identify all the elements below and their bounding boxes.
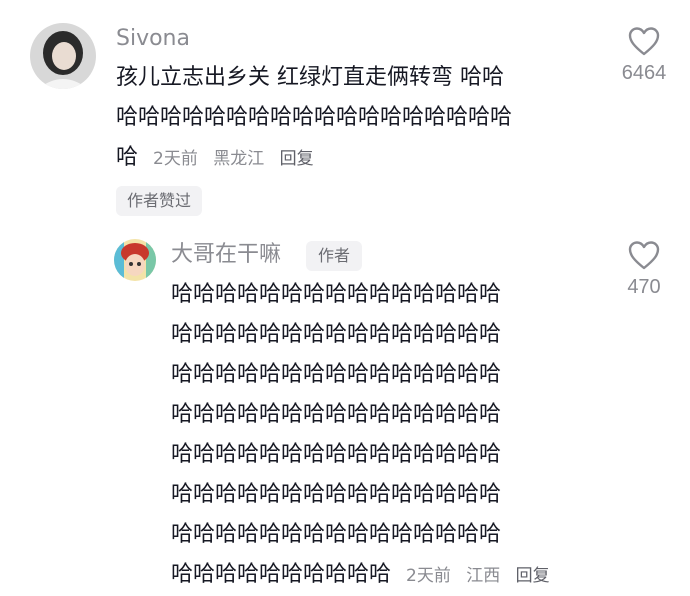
comment-line: 哈哈哈哈哈哈哈哈哈哈哈哈哈哈哈 (171, 482, 502, 507)
comment-line: 哈哈哈哈哈哈哈哈哈哈哈哈哈哈哈 (171, 522, 502, 547)
comment-username[interactable]: 大哥在干嘛 (171, 241, 281, 269)
author-liked-badge: 作者赞过 (116, 186, 203, 216)
comment-line: 哈哈哈哈哈哈哈哈哈哈 (171, 562, 392, 587)
comment-line: 哈哈哈哈哈哈哈哈哈哈哈哈哈哈哈哈哈哈 (116, 105, 513, 130)
avatar[interactable] (30, 23, 96, 89)
comment-body: 哈哈哈哈哈哈哈哈哈哈哈哈哈哈哈 哈哈哈哈哈哈哈哈哈哈哈哈哈哈哈 哈哈哈哈哈哈哈哈… (171, 275, 560, 596)
comment-time: 2天前 (153, 149, 198, 169)
comment-meta: 2天前 江西 回复 (406, 566, 560, 586)
comment-line: 哈哈哈哈哈哈哈哈哈哈哈哈哈哈哈 (171, 282, 502, 307)
reply-button[interactable]: 回复 (280, 149, 314, 169)
comment-time: 2天前 (406, 566, 451, 586)
like-count: 470 (627, 276, 661, 298)
comment-meta: 2天前 黑龙江 回复 (153, 149, 324, 169)
comment-line: 哈哈哈哈哈哈哈哈哈哈哈哈哈哈哈 (171, 442, 502, 467)
comment-line: 哈哈哈哈哈哈哈哈哈哈哈哈哈哈哈 (171, 322, 502, 347)
avatar[interactable] (114, 239, 156, 281)
comment-line: 哈哈哈哈哈哈哈哈哈哈哈哈哈哈哈 (171, 402, 502, 427)
comment-line-with-meta: 哈 2天前 黑龙江 回复 (116, 138, 512, 179)
like-count: 6464 (621, 62, 667, 84)
comment-line: 哈哈哈哈哈哈哈哈哈哈哈哈哈哈哈 (171, 362, 502, 387)
like-button[interactable]: 6464 (599, 26, 689, 85)
heart-outline-icon (628, 241, 660, 270)
user-photo-avatar-icon (30, 23, 96, 89)
comment-line-with-meta: 哈哈哈哈哈哈哈哈哈哈 2天前 江西 回复 (171, 555, 560, 596)
author-tag: 作者 (306, 241, 363, 271)
comment-username[interactable]: Sivona (116, 25, 190, 53)
reply-button[interactable]: 回复 (516, 566, 550, 586)
comment-line: 哈 (116, 145, 139, 170)
heart-outline-icon (628, 27, 660, 56)
comment-line: 孩儿立志出乡关 红绿灯直走俩转弯 哈哈 (116, 65, 504, 90)
comment-location: 江西 (466, 566, 501, 586)
like-button[interactable]: 470 (599, 240, 689, 299)
comment-body: 孩儿立志出乡关 红绿灯直走俩转弯 哈哈 哈哈哈哈哈哈哈哈哈哈哈哈哈哈哈哈哈哈 哈… (116, 58, 512, 179)
cartoon-avatar-icon (114, 239, 156, 281)
comment-location: 黑龙江 (213, 149, 265, 169)
